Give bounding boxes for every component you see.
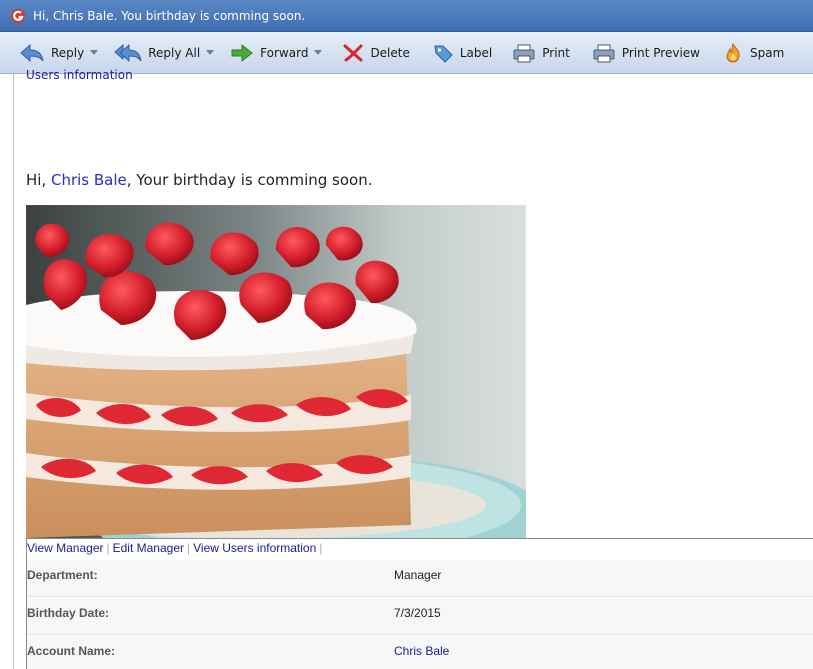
view-users-information-link[interactable]: View Users information [193, 541, 316, 555]
greeting-prefix: Hi, [26, 171, 51, 189]
left-border [13, 74, 14, 669]
link-separator: | [319, 541, 323, 555]
reply-all-label: Reply All [148, 45, 201, 60]
print-preview-button[interactable]: Print Preview [592, 38, 700, 68]
reply-icon [19, 42, 45, 64]
account-name-label: Account Name: [27, 644, 116, 658]
users-information-link-clipped[interactable]: Users information [26, 68, 133, 82]
info-row-birthday: Birthday Date: 7/3/2015 [27, 598, 813, 635]
link-separator: | [187, 541, 191, 555]
message-body: Users information Hi, Chris Bale, Your b… [0, 68, 813, 669]
account-name-link[interactable]: Chris Bale [394, 644, 449, 658]
birthday-date-label: Birthday Date: [27, 606, 110, 620]
reply-all-icon [114, 42, 142, 64]
reply-label: Reply [51, 45, 85, 60]
label-button[interactable]: Label [432, 38, 492, 68]
forward-icon [230, 42, 254, 64]
department-value: Manager [394, 568, 442, 582]
link-separator: | [106, 541, 110, 555]
info-row-account-name: Account Name: Chris Bale [27, 636, 813, 669]
spam-button[interactable]: Spam [722, 38, 784, 68]
label-label: Label [459, 45, 493, 60]
forward-label: Forward [260, 45, 309, 60]
reply-all-button[interactable]: Reply All [114, 38, 215, 68]
info-row-department: Department: Manager [27, 560, 813, 597]
title-bar: Hi, Chris Bale. You birthday is comming … [0, 0, 813, 32]
print-icon [512, 42, 536, 64]
window-title: Hi, Chris Bale. You birthday is comming … [33, 8, 306, 23]
forward-button[interactable]: Forward [230, 38, 323, 68]
section-divider [26, 538, 813, 539]
forward-dropdown-icon[interactable] [314, 50, 323, 55]
user-links: View Manager | Edit Manager | View Users inf… [27, 541, 325, 555]
view-manager-link[interactable]: View Manager [27, 541, 104, 555]
print-preview-icon [592, 42, 616, 64]
spam-label: Spam [750, 45, 785, 60]
reply-all-dropdown-icon[interactable] [206, 50, 215, 55]
birthday-date-value: 7/3/2015 [394, 606, 441, 620]
edit-manager-link[interactable]: Edit Manager [113, 541, 184, 555]
reply-dropdown-icon[interactable] [90, 50, 99, 55]
department-label: Department: [27, 568, 98, 582]
delete-label: Delete [370, 45, 410, 60]
greeting-text: Hi, Chris Bale, Your birthday is comming… [26, 171, 373, 189]
delete-icon [342, 42, 364, 64]
delete-button[interactable]: Delete [342, 38, 410, 68]
spam-icon [722, 42, 744, 64]
print-label: Print [542, 45, 570, 60]
label-icon [432, 42, 454, 64]
strawberry-cake-photo [26, 205, 526, 538]
greeting-name: Chris Bale [50, 171, 127, 189]
reply-button[interactable]: Reply [19, 38, 99, 68]
print-button[interactable]: Print [512, 38, 570, 68]
print-preview-label: Print Preview [621, 45, 700, 60]
app-logo-icon [10, 8, 26, 24]
greeting-suffix: , Your birthday is comming soon. [126, 171, 373, 189]
